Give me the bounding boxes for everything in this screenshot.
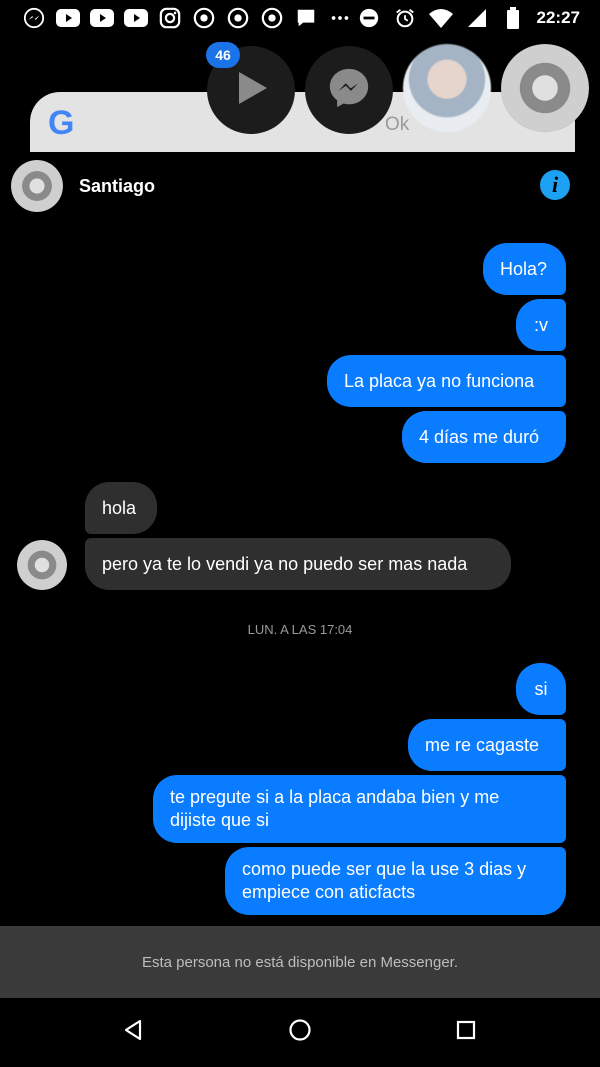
youtube-icon <box>56 6 80 30</box>
santiago-head[interactable] <box>501 44 589 132</box>
messenger-head-button[interactable] <box>305 46 393 134</box>
navigation-bar <box>0 998 600 1067</box>
chrome-icon <box>192 6 216 30</box>
home-icon <box>288 1018 312 1047</box>
chrome-icon <box>226 6 250 30</box>
message-bubble[interactable]: te pregute si a la placa andaba bien y m… <box>153 775 566 843</box>
message-bubble[interactable]: si <box>516 663 566 715</box>
youtube-icon <box>90 6 114 30</box>
messenger-icon <box>326 65 372 116</box>
dnd-icon <box>357 6 381 30</box>
unavailable-notice: Esta persona no está disponible en Messe… <box>0 926 600 998</box>
more-icon <box>328 6 352 30</box>
chrome-icon <box>260 6 284 30</box>
chat-icon <box>294 6 318 30</box>
contact-name: Santiago <box>79 176 156 196</box>
notification-badge: 46 <box>206 42 240 68</box>
message-bubble[interactable]: La placa ya no funciona <box>327 355 566 407</box>
google-icon: G <box>48 104 75 142</box>
chat-header: Santiago i <box>0 156 600 216</box>
recents-button[interactable] <box>451 1017 481 1047</box>
timestamp: LUN. A LAS 17:04 <box>247 622 353 637</box>
message-bubble[interactable]: 4 días me duró <box>402 411 566 463</box>
message-bubble[interactable]: Hola? <box>483 243 566 295</box>
back-button[interactable] <box>118 1017 148 1047</box>
youtube-icon <box>124 6 148 30</box>
message-bubble[interactable]: como puede ser que la use 3 dias y empie… <box>225 847 566 915</box>
message-bubble[interactable]: pero ya te lo vendi ya no puedo ser mas … <box>85 538 511 590</box>
play-icon <box>231 68 271 113</box>
battery-icon <box>501 6 525 30</box>
alarm-icon <box>393 6 417 30</box>
google-search-bar[interactable]: G Ok <box>30 92 575 152</box>
info-icon[interactable]: i <box>540 170 570 200</box>
avatar[interactable] <box>17 540 67 590</box>
messenger-icon <box>22 6 46 30</box>
message-bubble[interactable]: me re cagaste <box>408 719 566 771</box>
instagram-icon <box>158 6 182 30</box>
message-bubble[interactable]: :v <box>516 299 566 351</box>
recents-icon <box>456 1020 476 1045</box>
contact-photo-head[interactable] <box>403 44 491 132</box>
wifi-icon <box>428 6 453 30</box>
back-icon <box>122 1019 144 1046</box>
clock: 22:27 <box>536 8 580 27</box>
home-button[interactable] <box>285 1017 315 1047</box>
message-bubble[interactable]: hola <box>85 482 157 534</box>
search-hint: Ok <box>385 114 410 135</box>
status-bar: 22:27 <box>0 0 600 36</box>
signal-icon <box>465 6 489 30</box>
avatar[interactable] <box>11 160 63 212</box>
